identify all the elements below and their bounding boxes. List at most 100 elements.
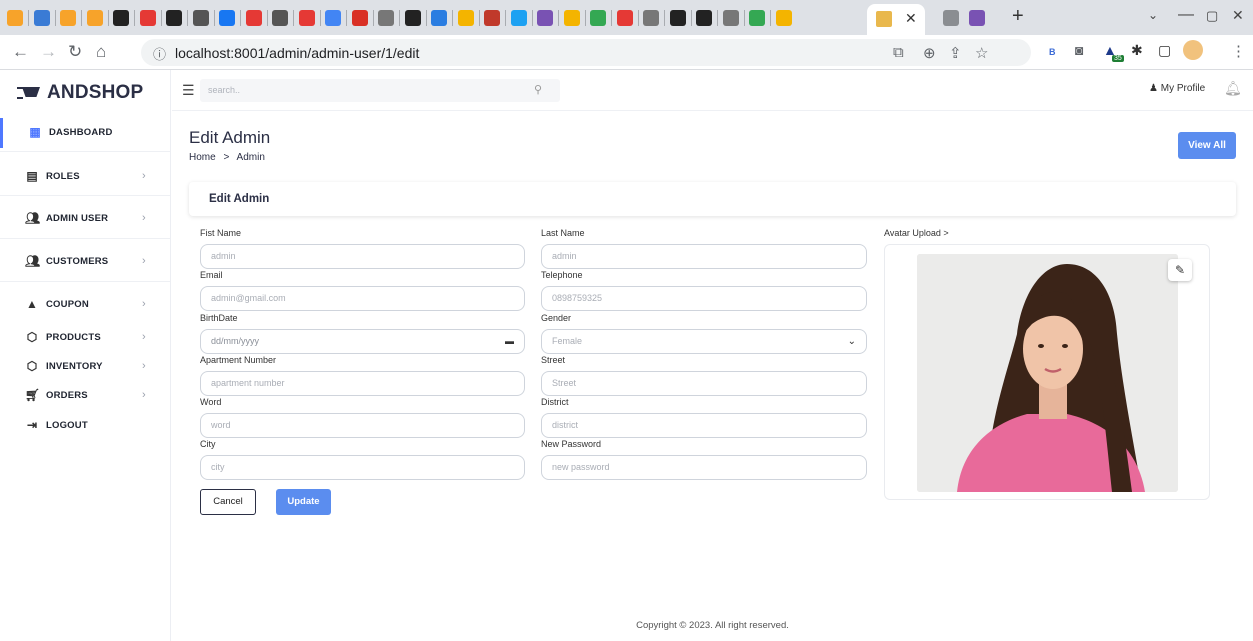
tab-favicon[interactable] [776,10,792,26]
edit-avatar-button[interactable]: ✎ [1168,259,1192,281]
home-icon[interactable]: ⌂ [96,42,106,62]
cancel-button[interactable]: Cancel [200,489,256,515]
sidebar-item-orders[interactable]: 🛒︎ ORDERS › [0,381,170,411]
gender-select[interactable]: Female ⌄ [541,329,867,354]
search-input[interactable]: search.. ⚲ [200,79,560,102]
district-field[interactable]: district [541,413,867,438]
tab-favicon[interactable] [272,10,288,26]
address-bar[interactable]: ⓘ localhost:8001/admin/admin-user/1/edit… [141,39,1031,66]
camera-tab-icon[interactable] [943,10,959,26]
back-icon[interactable]: ← [12,42,29,62]
tab-favicon[interactable] [34,10,50,26]
tab-search-icon[interactable]: ⌄ [1148,8,1158,22]
tab-favicon[interactable] [696,10,712,26]
minimize-icon[interactable]: — [1178,6,1194,24]
sidebar-item-logout[interactable]: ⇥ LOGOUT [0,411,170,441]
new-password-field[interactable]: new password [541,455,867,480]
last-name-field[interactable]: admin [541,244,867,269]
tab-favicon[interactable] [723,10,739,26]
close-tab-icon[interactable]: ✕ [905,10,917,27]
forward-icon[interactable]: → [40,42,57,62]
camera-icon[interactable]: ◙ [1075,42,1083,58]
tab-favicon[interactable] [511,10,527,26]
menu-toggle-icon[interactable]: ☰ [182,82,195,99]
products-icon: ⬡ [26,330,38,344]
app-logo[interactable]: ANDSHOP [17,82,143,104]
sidebar-divider [0,195,170,196]
calendar-icon[interactable]: ▬ [505,330,514,353]
ward-field[interactable]: word [200,413,525,438]
tab-favicon[interactable] [325,10,341,26]
breadcrumb-separator: > [223,152,230,163]
telephone-field[interactable]: 0898759325 [541,286,867,311]
apartment-field[interactable]: apartment number [200,371,525,396]
reload-icon[interactable]: ↻ [68,42,82,62]
tab-favicon[interactable] [87,10,103,26]
tab-favicon[interactable] [537,10,553,26]
birthdate-field[interactable]: dd/mm/yyyy ▬ [200,329,525,354]
tab-favicon[interactable] [193,10,209,26]
sidepanel-icon[interactable]: ▢ [1158,42,1171,59]
notification-bell-icon[interactable]: 🔔︎ [1224,80,1242,97]
profile-icon[interactable] [1183,40,1203,60]
puzzle-icon[interactable]: ✱ [1131,42,1143,59]
sidebar-item-inventory[interactable]: ⬡ INVENTORY › [0,352,170,382]
telephone-label: Telephone [541,270,583,280]
coupon-icon: ▲ [26,297,38,311]
tab-separator [214,10,215,26]
email-field[interactable]: admin@gmail.com [200,286,525,311]
tab-favicon[interactable] [749,10,765,26]
tab-favicon[interactable] [484,10,500,26]
new-tab-icon[interactable]: + [1012,5,1024,28]
translate-icon[interactable]: ⧉ [893,44,904,61]
breadcrumb-home[interactable]: Home [189,152,216,163]
url-text[interactable]: localhost:8001/admin/admin-user/1/edit [175,45,419,61]
tab-separator [717,10,718,26]
tab-favicon[interactable] [431,10,447,26]
sidebar: ANDSHOP ▦ DASHBOARD ▤ ROLES › 👥︎ ADMIN USER › 👥︎… [0,70,171,641]
tab-favicon[interactable] [670,10,686,26]
chevron-right-icon: › [142,360,146,372]
close-window-icon[interactable]: ✕ [1232,7,1244,24]
tab-favicon[interactable] [643,10,659,26]
tab-favicon[interactable] [219,10,235,26]
sidebar-item-products[interactable]: ⬡ PRODUCTS › [0,323,170,353]
street-field[interactable]: Street [541,371,867,396]
tab-favicon[interactable] [378,10,394,26]
search-icon[interactable]: ⚲ [534,83,542,96]
restore-icon[interactable]: ▢ [1206,8,1218,24]
update-button[interactable]: Update [276,489,331,515]
sidebar-item-admin-user[interactable]: 👥︎ ADMIN USER › [0,204,170,234]
tab-favicon[interactable] [564,10,580,26]
tab-favicon[interactable] [458,10,474,26]
sidebar-item-label: ADMIN USER [46,213,109,224]
tab-favicon[interactable] [617,10,633,26]
tab-favicon[interactable] [140,10,156,26]
my-profile-link[interactable]: ♟ My Profile [1149,83,1205,94]
bookmark-b-icon[interactable]: B [1049,47,1056,57]
sidebar-item-coupon[interactable]: ▲ COUPON › [0,290,170,320]
more-icon[interactable]: ⋮ [1231,42,1246,60]
view-all-button[interactable]: View All [1178,132,1236,159]
tab-favicon[interactable] [246,10,262,26]
tab-favicon[interactable] [113,10,129,26]
avatar-upload-label[interactable]: Avatar Upload > [884,228,949,238]
share-icon[interactable]: ⇪ [949,44,962,62]
bootstrap-tab-icon[interactable] [969,10,985,26]
tab-favicon[interactable] [166,10,182,26]
city-field[interactable]: city [200,455,525,480]
sidebar-item-customers[interactable]: 👥︎ CUSTOMERS › [0,247,170,277]
site-info-icon[interactable]: ⓘ [153,44,166,63]
tab-favicon[interactable] [405,10,421,26]
tab-favicon[interactable] [590,10,606,26]
first-name-field[interactable]: admin [200,244,525,269]
tab-favicon[interactable] [352,10,368,26]
sidebar-item-dashboard[interactable]: ▦ DASHBOARD [0,118,170,148]
tab-favicon[interactable] [299,10,315,26]
tab-favicon[interactable] [7,10,23,26]
tab-favicon[interactable] [60,10,76,26]
star-icon[interactable]: ☆ [975,44,988,62]
zoom-icon[interactable]: ⊕ [923,44,936,62]
sidebar-item-roles[interactable]: ▤ ROLES › [0,162,170,192]
active-tab[interactable]: ✕ [867,4,925,35]
